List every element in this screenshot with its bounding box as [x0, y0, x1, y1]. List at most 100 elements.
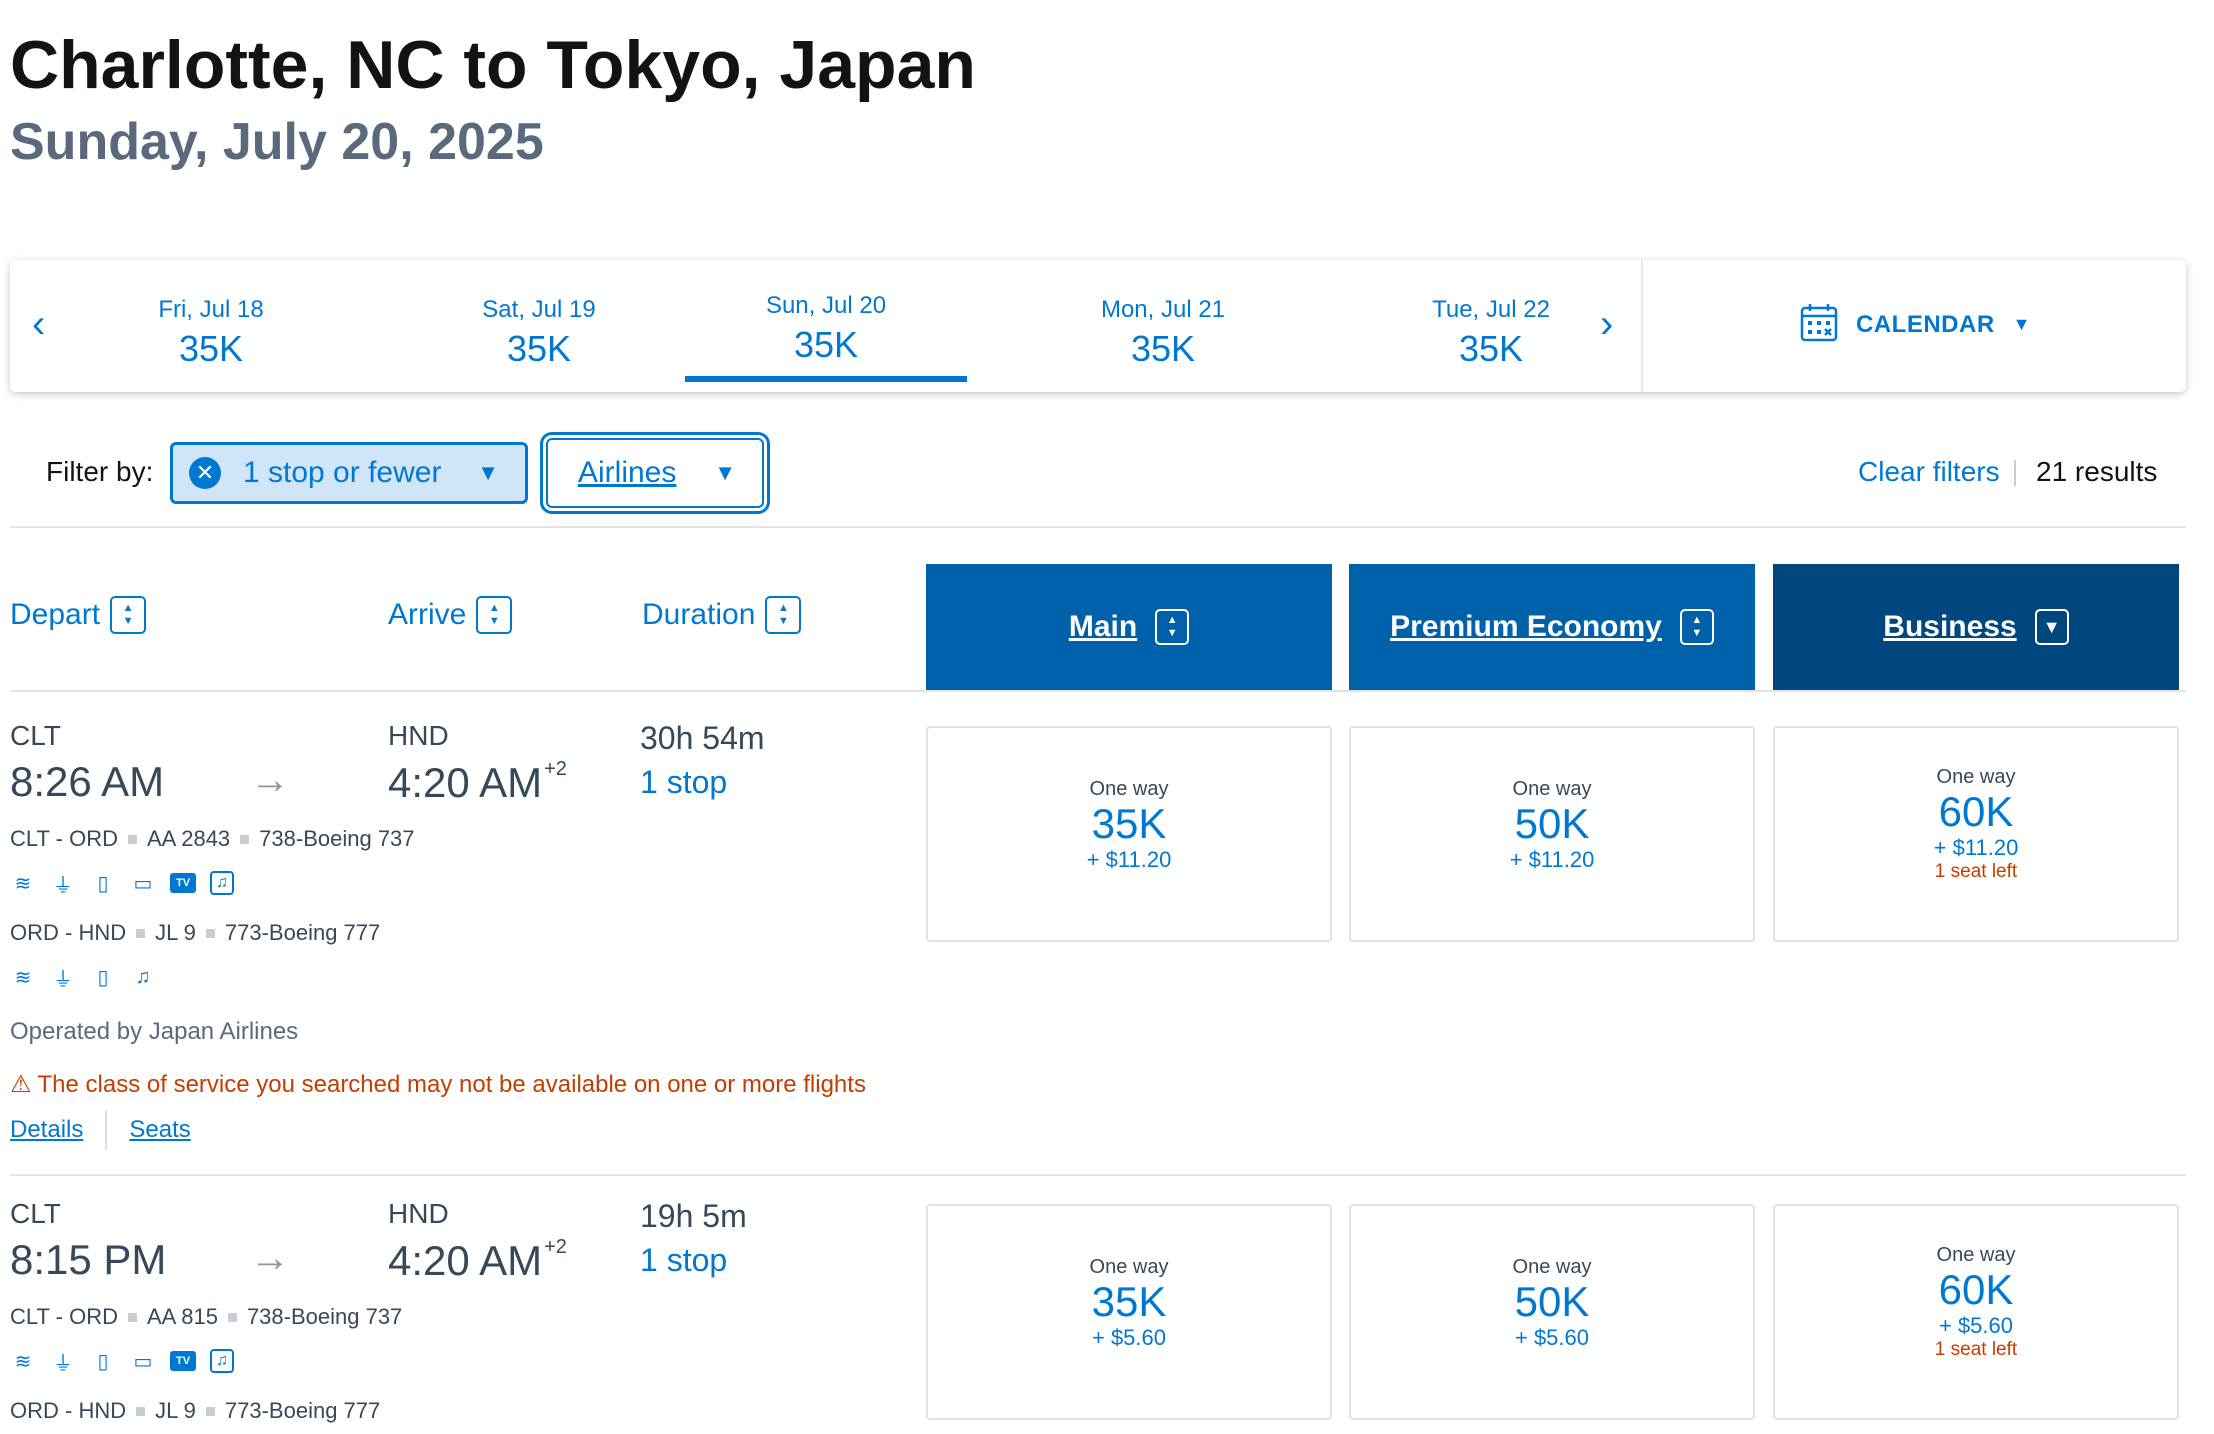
date-option-label: Fri, Jul 18: [158, 296, 264, 323]
details-link[interactable]: Details: [10, 1116, 83, 1144]
sort-depart-button[interactable]: Depart ▲ ▼: [10, 596, 147, 634]
seats-link[interactable]: Seats: [129, 1116, 190, 1144]
duration-column-label: Duration: [642, 598, 756, 631]
segment-route: CLT - ORD: [10, 826, 118, 851]
fare-label: One way: [1089, 778, 1169, 800]
warning-text: The class of service you searched may no…: [37, 1070, 866, 1098]
fare-main[interactable]: One way 35K + $5.60: [926, 1204, 1332, 1420]
seatback-screen-icon: ▭: [133, 1350, 153, 1373]
page-subtitle-date: Sunday, July 20, 2025: [10, 113, 544, 171]
tv-icon: TV: [170, 1351, 196, 1371]
stops-link[interactable]: 1 stop: [640, 764, 727, 801]
stops-filter-label: 1 stop or fewer: [243, 456, 442, 489]
segment-flight-number: AA 815: [146, 1304, 218, 1329]
date-option-label: Sat, Jul 19: [482, 296, 596, 323]
cabin-label-main: Main: [1068, 610, 1138, 643]
sort-arrive-button[interactable]: Arrive ▲ ▼: [388, 596, 513, 634]
calendar-button[interactable]: CALENDAR ▼: [1800, 302, 2031, 347]
fare-points: 50K: [1514, 800, 1590, 847]
sort-icon: ▲ ▼: [1155, 609, 1190, 645]
origin-code: CLT: [10, 720, 61, 751]
cabin-label-premium-economy: Premium Economy: [1390, 610, 1662, 643]
segment-flight-number: JL 9: [155, 1398, 196, 1423]
date-option-sat-jul-19[interactable]: Sat, Jul 19 35K: [398, 260, 680, 392]
fare-points: 60K: [1938, 788, 2014, 835]
fare-tax: + $11.20: [1086, 847, 1172, 872]
date-option-price: 35K: [506, 328, 572, 369]
divider: [10, 1174, 2186, 1176]
date-option-mon-jul-21[interactable]: Mon, Jul 21 35K: [1022, 260, 1304, 392]
segment-route: ORD - HND: [10, 1398, 127, 1423]
sort-icon: ▲ ▼: [476, 596, 513, 634]
divider: [10, 690, 2186, 692]
segment-flight-number: JL 9: [155, 920, 196, 945]
cabin-header-main[interactable]: Main ▲ ▼: [926, 564, 1332, 690]
results-count: 21 results: [2036, 456, 2158, 487]
clear-filters-link[interactable]: Clear filters: [1858, 456, 2000, 488]
date-option-label: Mon, Jul 21: [1100, 296, 1226, 323]
airlines-filter-dropdown[interactable]: Airlines ▼: [546, 438, 764, 508]
usb-icon: ▯: [97, 966, 109, 989]
date-option-fri-jul-18[interactable]: Fri, Jul 18 35K: [70, 260, 352, 392]
amenities: ≋ ⏚ ▯ ♫: [10, 964, 156, 991]
fare-points: 50K: [1514, 1278, 1590, 1325]
tv-icon: TV: [170, 873, 196, 893]
wifi-icon: ≋: [14, 1350, 32, 1373]
link-separator: [105, 1110, 108, 1150]
cabin-label-business: Business: [1883, 610, 2017, 643]
stops-link[interactable]: 1 stop: [640, 1242, 727, 1279]
caret-down-icon: ▼: [714, 460, 736, 485]
results-separator: [2014, 460, 2016, 486]
fare-tax: + $5.60: [1091, 1325, 1166, 1350]
segment-aircraft: 773-Boeing 777: [224, 920, 381, 945]
calendar-label: CALENDAR: [1856, 310, 1995, 338]
arrive-time: 4:20 AM +2: [388, 1236, 567, 1285]
date-option-sun-jul-20-selected[interactable]: Sun, Jul 20 35K: [685, 260, 967, 392]
fare-label: One way: [1512, 778, 1592, 800]
airlines-filter-label: Airlines: [578, 456, 677, 489]
power-plug-icon: ⏚: [53, 874, 73, 897]
filter-by-label: Filter by:: [46, 456, 154, 487]
day-offset: +2: [544, 1236, 567, 1258]
depart-time: 8:15 PM: [10, 1236, 167, 1283]
fare-business[interactable]: One way 60K + $11.20 1 seat left: [1773, 726, 2179, 942]
arrow-right-icon: →: [250, 758, 290, 802]
segment-info: CLT - ORD AA 2843 738-Boeing 737: [10, 826, 415, 852]
wifi-icon: ≋: [14, 966, 32, 989]
stops-filter-chip[interactable]: ✕ 1 stop or fewer ▼: [170, 442, 528, 504]
chevron-left-icon[interactable]: ‹: [32, 302, 45, 347]
sort-duration-button[interactable]: Duration ▲ ▼: [642, 596, 802, 634]
chevron-right-icon[interactable]: ›: [1600, 302, 1613, 347]
fare-points: 35K: [1091, 1278, 1167, 1325]
operated-by: Operated by Japan Airlines: [10, 1018, 299, 1045]
fare-points: 60K: [1938, 1266, 2014, 1313]
fare-premium-economy[interactable]: One way 50K + $11.20: [1349, 726, 1755, 942]
fare-label: One way: [1936, 1244, 2016, 1266]
fare-tax: + $5.60: [1514, 1325, 1589, 1350]
divider: [10, 526, 2186, 528]
cabin-header-premium-economy[interactable]: Premium Economy ▲ ▼: [1349, 564, 1755, 690]
date-selector-bar: ‹ Fri, Jul 18 35K Sat, Jul 19 35K Sun, J…: [10, 260, 2186, 392]
caret-down-icon: ▼: [2012, 314, 2031, 334]
date-option-tue-jul-22[interactable]: Tue, Jul 22 35K: [1350, 260, 1632, 392]
arrow-right-icon: →: [250, 1236, 290, 1280]
fare-premium-economy[interactable]: One way 50K + $5.60: [1349, 1204, 1755, 1420]
music-icon: ♫: [210, 871, 234, 895]
fare-tax: + $5.60: [1938, 1313, 2013, 1338]
clear-filter-x-icon[interactable]: ✕: [189, 457, 221, 489]
cabin-header-business[interactable]: Business ▼: [1773, 564, 2179, 690]
segment-aircraft: 738-Boeing 737: [246, 1304, 403, 1329]
fare-points: 35K: [1091, 800, 1167, 847]
fare-label: One way: [1936, 766, 2016, 788]
wifi-icon: ≋: [14, 872, 32, 895]
usb-icon: ▯: [97, 872, 109, 895]
power-plug-icon: ⏚: [53, 1352, 73, 1375]
segment-info: ORD - HND JL 9 773-Boeing 777: [10, 920, 380, 946]
seats-left: 1 seat left: [1934, 1339, 2018, 1360]
fare-business[interactable]: One way 60K + $5.60 1 seat left: [1773, 1204, 2179, 1420]
fare-main[interactable]: One way 35K + $11.20: [926, 726, 1332, 942]
page-title: Charlotte, NC to Tokyo, Japan: [10, 27, 976, 103]
segment-aircraft: 738-Boeing 737: [259, 826, 415, 851]
amenities: ≋ ⏚ ▯ ▭ TV ♫: [10, 870, 234, 897]
warning-triangle-icon: ⚠: [10, 1071, 32, 1098]
